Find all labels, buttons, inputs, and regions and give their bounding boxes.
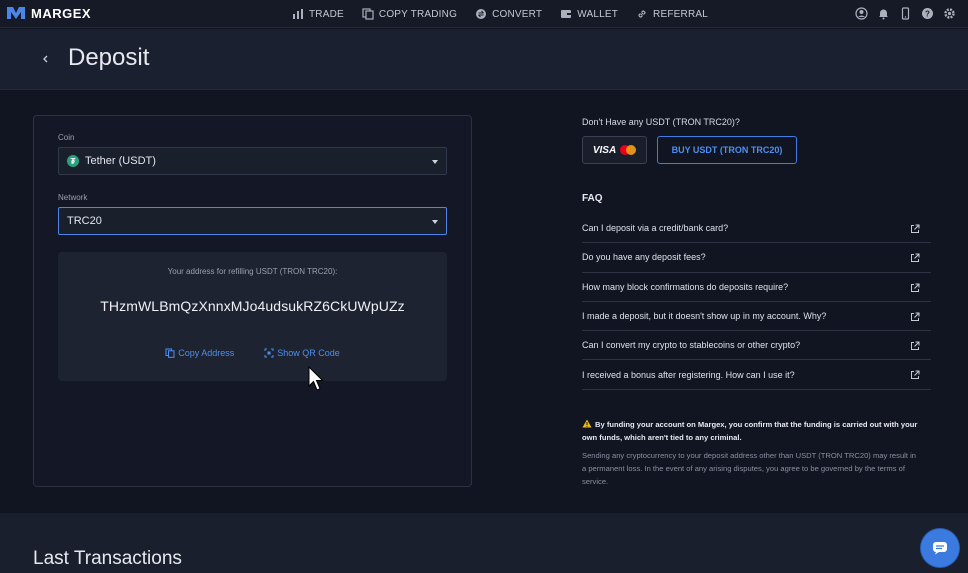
external-link-icon: [911, 341, 920, 351]
external-link-icon: [911, 253, 920, 263]
mobile-icon[interactable]: [899, 7, 912, 20]
nav-wallet-label: WALLET: [577, 8, 619, 20]
qr-code-icon: [264, 348, 274, 358]
faq-item[interactable]: Do you have any deposit fees?: [582, 243, 931, 273]
network-select[interactable]: TRC20: [58, 207, 447, 235]
bell-icon[interactable]: [877, 7, 890, 20]
faq-item[interactable]: How many block confirmations do deposits…: [582, 273, 931, 302]
page-title: Deposit: [68, 44, 150, 71]
help-icon[interactable]: ?: [921, 7, 934, 20]
svg-text:?: ?: [925, 10, 930, 19]
external-link-icon: [911, 370, 920, 380]
chevron-down-icon: [432, 220, 438, 224]
copy-icon: [165, 348, 175, 358]
warning-icon: [582, 419, 592, 428]
user-icon[interactable]: [855, 7, 868, 20]
nav-trade-label: TRADE: [309, 8, 344, 20]
chevron-down-icon: [432, 160, 438, 164]
copy-icon: [362, 8, 374, 20]
coin-select-value: Tether (USDT): [85, 155, 156, 167]
nav-copy-trading[interactable]: COPY TRADING: [362, 8, 457, 20]
show-qr-label: Show QR Code: [277, 348, 340, 358]
faq-item[interactable]: I received a bonus after registering. Ho…: [582, 360, 931, 390]
warning-text: By funding your account on Margex, you c…: [582, 418, 922, 444]
nav-convert[interactable]: CONVERT: [475, 8, 542, 20]
margex-logo-icon: [7, 7, 25, 19]
chat-icon: [933, 542, 947, 555]
faq-question: Do you have any deposit fees?: [582, 252, 706, 263]
address-actions: Copy Address Show QR Code: [58, 348, 447, 358]
back-chevron-icon[interactable]: [40, 52, 52, 66]
bar-chart-icon: [293, 9, 303, 19]
address-caption: Your address for refilling USDT (TRON TR…: [167, 267, 338, 276]
page-header: Deposit: [0, 29, 968, 90]
address-box: Your address for refilling USDT (TRON TR…: [58, 252, 447, 381]
copy-address-button[interactable]: Copy Address: [165, 348, 234, 358]
tether-icon: ₮: [67, 155, 79, 167]
mouse-cursor-icon: [308, 366, 324, 391]
nav-referral[interactable]: REFERRAL: [636, 8, 708, 20]
network-select-value: TRC20: [67, 215, 102, 227]
faq-question: Can I convert my crypto to stablecoins o…: [582, 340, 801, 351]
faq-question: I received a bonus after registering. Ho…: [582, 369, 795, 380]
network-label: Network: [58, 193, 88, 202]
warning-note: Sending any cryptocurrency to your depos…: [582, 451, 916, 486]
nav-trade[interactable]: TRADE: [292, 8, 344, 20]
external-link-icon: [911, 312, 920, 321]
settings-icon[interactable]: [943, 7, 956, 20]
convert-icon: [476, 9, 487, 19]
deposit-card: Coin ₮ Tether (USDT) Network TRC20 Your …: [33, 115, 472, 487]
chat-button[interactable]: [921, 529, 959, 567]
nav-convert-label: CONVERT: [492, 8, 543, 20]
nav-referral-label: REFERRAL: [653, 8, 708, 20]
nav-copy-trading-label: COPY TRADING: [378, 8, 458, 20]
transactions-title: Last Transactions: [33, 548, 182, 569]
faq-title: FAQ: [582, 193, 603, 204]
external-link-icon: [911, 283, 920, 292]
warning-bold: By funding your account on Margex, you c…: [582, 420, 918, 442]
logo[interactable]: MARGEX: [6, 5, 91, 21]
link-icon: [638, 10, 646, 18]
faq-list: Can I deposit via a credit/bank card? Do…: [582, 214, 931, 390]
show-qr-button[interactable]: Show QR Code: [264, 348, 340, 358]
faq-question: How many block confirmations do deposits…: [582, 281, 789, 292]
copy-address-label: Copy Address: [178, 348, 235, 358]
nav-wallet[interactable]: WALLET: [560, 8, 618, 20]
coin-select[interactable]: ₮ Tether (USDT): [58, 147, 447, 175]
wallet-icon: [561, 10, 572, 18]
transactions-section: Last Transactions: [0, 513, 968, 573]
faq-item[interactable]: I made a deposit, but it doesn't show up…: [582, 302, 931, 332]
faq-item[interactable]: Can I deposit via a credit/bank card?: [582, 214, 931, 244]
main-nav: TRADE COPY TRADING CONVERT WALLET REFERR…: [292, 0, 708, 28]
brand-name: MARGEX: [31, 5, 92, 21]
coin-label: Coin: [58, 133, 75, 142]
deposit-address[interactable]: THzmWLBmQzXnnxMJo4udsukRZ6CkUWpUZz: [58, 298, 447, 314]
visa-logo: VISA: [592, 144, 617, 156]
top-nav: MARGEX TRADE COPY TRADING CONVERT WALLET…: [0, 0, 968, 28]
faq-question: I made a deposit, but it doesn't show up…: [582, 311, 827, 322]
buy-usdt-button[interactable]: BUY USDT (TRON TRC20): [657, 136, 797, 164]
faq-question: Can I deposit via a credit/bank card?: [582, 223, 729, 234]
external-link-icon: [911, 224, 920, 233]
faq-item[interactable]: Can I convert my crypto to stablecoins o…: [582, 331, 931, 361]
card-payment-button[interactable]: VISA: [582, 136, 647, 164]
buy-caption: Don't Have any USDT (TRON TRC20)?: [582, 117, 740, 127]
mastercard-icon: [620, 145, 637, 155]
nav-right-icons: ?: [855, 7, 956, 20]
